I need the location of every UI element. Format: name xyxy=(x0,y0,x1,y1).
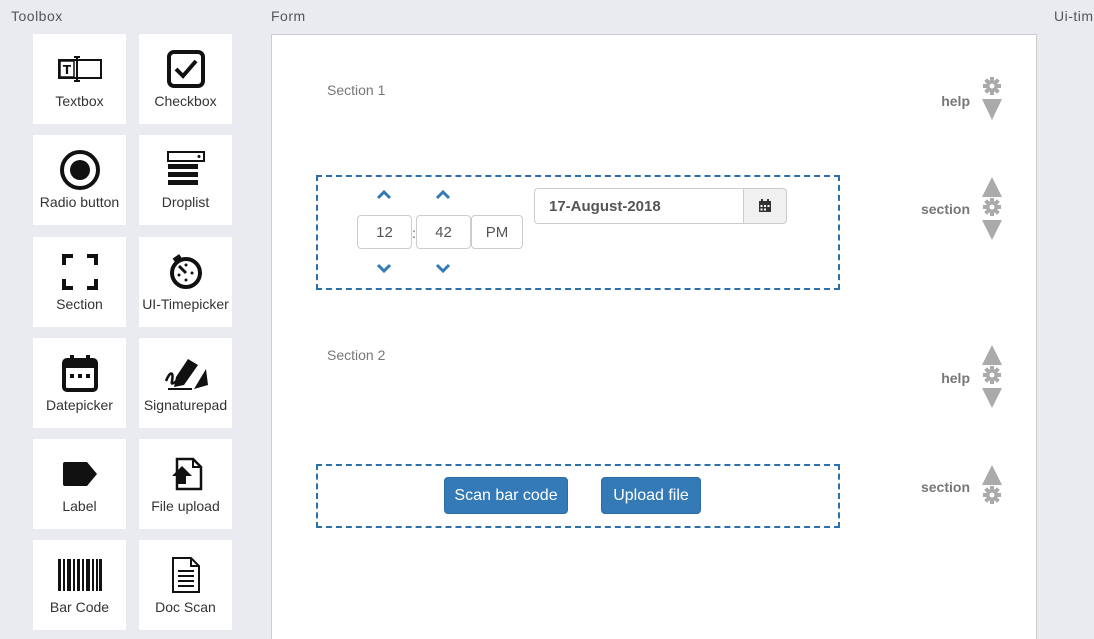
move-down-icon[interactable] xyxy=(982,220,1002,240)
signature-icon xyxy=(139,352,232,394)
section-1-body-controls xyxy=(977,176,1007,247)
tool-bar-code[interactable]: Bar Code xyxy=(33,540,126,630)
form-canvas xyxy=(271,34,1037,639)
tool-label: Doc Scan xyxy=(155,599,216,615)
scan-bar-code-button[interactable]: Scan bar code xyxy=(444,477,568,514)
section-icon xyxy=(33,251,126,293)
tool-datepicker[interactable]: Datepicker xyxy=(33,338,126,428)
tool-label: Signaturepad xyxy=(143,397,228,413)
meridian-toggle[interactable]: PM xyxy=(471,215,523,249)
move-down-icon[interactable] xyxy=(982,388,1002,408)
hour-up-icon[interactable] xyxy=(374,188,394,202)
calendar-icon xyxy=(33,352,126,394)
tool-ui-timepicker[interactable]: UI-Timepicker xyxy=(139,237,232,327)
tool-label: Radio button xyxy=(39,194,120,210)
tool-radio-button[interactable]: Radio button xyxy=(33,135,126,225)
tool-label-item[interactable]: Label xyxy=(33,439,126,529)
minute-up-icon[interactable] xyxy=(433,188,453,202)
gear-icon[interactable] xyxy=(983,486,1001,504)
tool-label: Textbox xyxy=(55,93,104,109)
tool-label: Droplist xyxy=(161,194,210,210)
gear-icon[interactable] xyxy=(983,198,1001,216)
tool-label: Section xyxy=(56,296,103,312)
upload-file-button[interactable]: Upload file xyxy=(601,477,701,514)
hour-down-icon[interactable] xyxy=(374,261,394,275)
tool-label: Datepicker xyxy=(46,397,113,413)
gear-icon[interactable] xyxy=(983,366,1001,384)
move-up-icon[interactable] xyxy=(982,345,1002,365)
tool-signaturepad[interactable]: Signaturepad xyxy=(139,338,232,428)
file-upload-icon xyxy=(139,453,232,495)
calendar-icon xyxy=(759,199,771,212)
tool-label: File upload xyxy=(151,498,220,514)
tool-file-upload[interactable]: File upload xyxy=(139,439,232,529)
tool-label: Label xyxy=(62,498,97,514)
droplist-icon xyxy=(139,149,232,191)
section-2-dropzone xyxy=(316,464,840,528)
section-2-body-controls xyxy=(977,464,1007,513)
barcode-icon xyxy=(33,554,126,596)
date-input[interactable]: 17-August-2018 xyxy=(534,188,744,224)
textbox-icon: T xyxy=(33,48,126,90)
gear-icon[interactable] xyxy=(983,77,1001,95)
document-icon xyxy=(139,554,232,596)
checkbox-icon xyxy=(139,48,232,90)
label-icon xyxy=(33,453,126,495)
tool-label: UI-Timepicker xyxy=(142,296,229,312)
hour-input[interactable]: 12 xyxy=(357,215,412,249)
date-picker-button[interactable] xyxy=(743,188,787,224)
tool-label: Checkbox xyxy=(154,93,217,109)
minute-down-icon[interactable] xyxy=(433,261,453,275)
section-1-body-label: section xyxy=(920,201,970,217)
timepicker-icon xyxy=(139,251,232,293)
move-down-icon[interactable] xyxy=(982,99,1002,120)
minute-input[interactable]: 42 xyxy=(416,215,471,249)
section-2-help-label: help xyxy=(941,370,970,386)
toolbox-title: Toolbox xyxy=(11,8,63,24)
form-title: Form xyxy=(271,8,306,24)
tool-checkbox[interactable]: Checkbox xyxy=(139,34,232,124)
tool-droplist[interactable]: Droplist xyxy=(139,135,232,225)
move-up-icon[interactable] xyxy=(982,465,1002,485)
tool-section[interactable]: Section xyxy=(33,237,126,327)
tool-textbox[interactable]: T Textbox xyxy=(33,34,126,124)
section-2-title: Section 2 xyxy=(327,347,386,363)
move-up-icon[interactable] xyxy=(982,177,1002,197)
svg-text:T: T xyxy=(62,63,71,77)
section-1-title: Section 1 xyxy=(327,82,386,98)
section-1-help-label: help xyxy=(941,93,970,109)
section-2-body-label: section xyxy=(920,479,970,495)
section-1-controls xyxy=(977,76,1007,127)
tool-doc-scan[interactable]: Doc Scan xyxy=(139,540,232,630)
radio-icon xyxy=(33,149,126,191)
right-panel-title: Ui-tim xyxy=(1054,8,1094,24)
tool-label: Bar Code xyxy=(49,599,110,615)
section-2-controls xyxy=(977,344,1007,415)
